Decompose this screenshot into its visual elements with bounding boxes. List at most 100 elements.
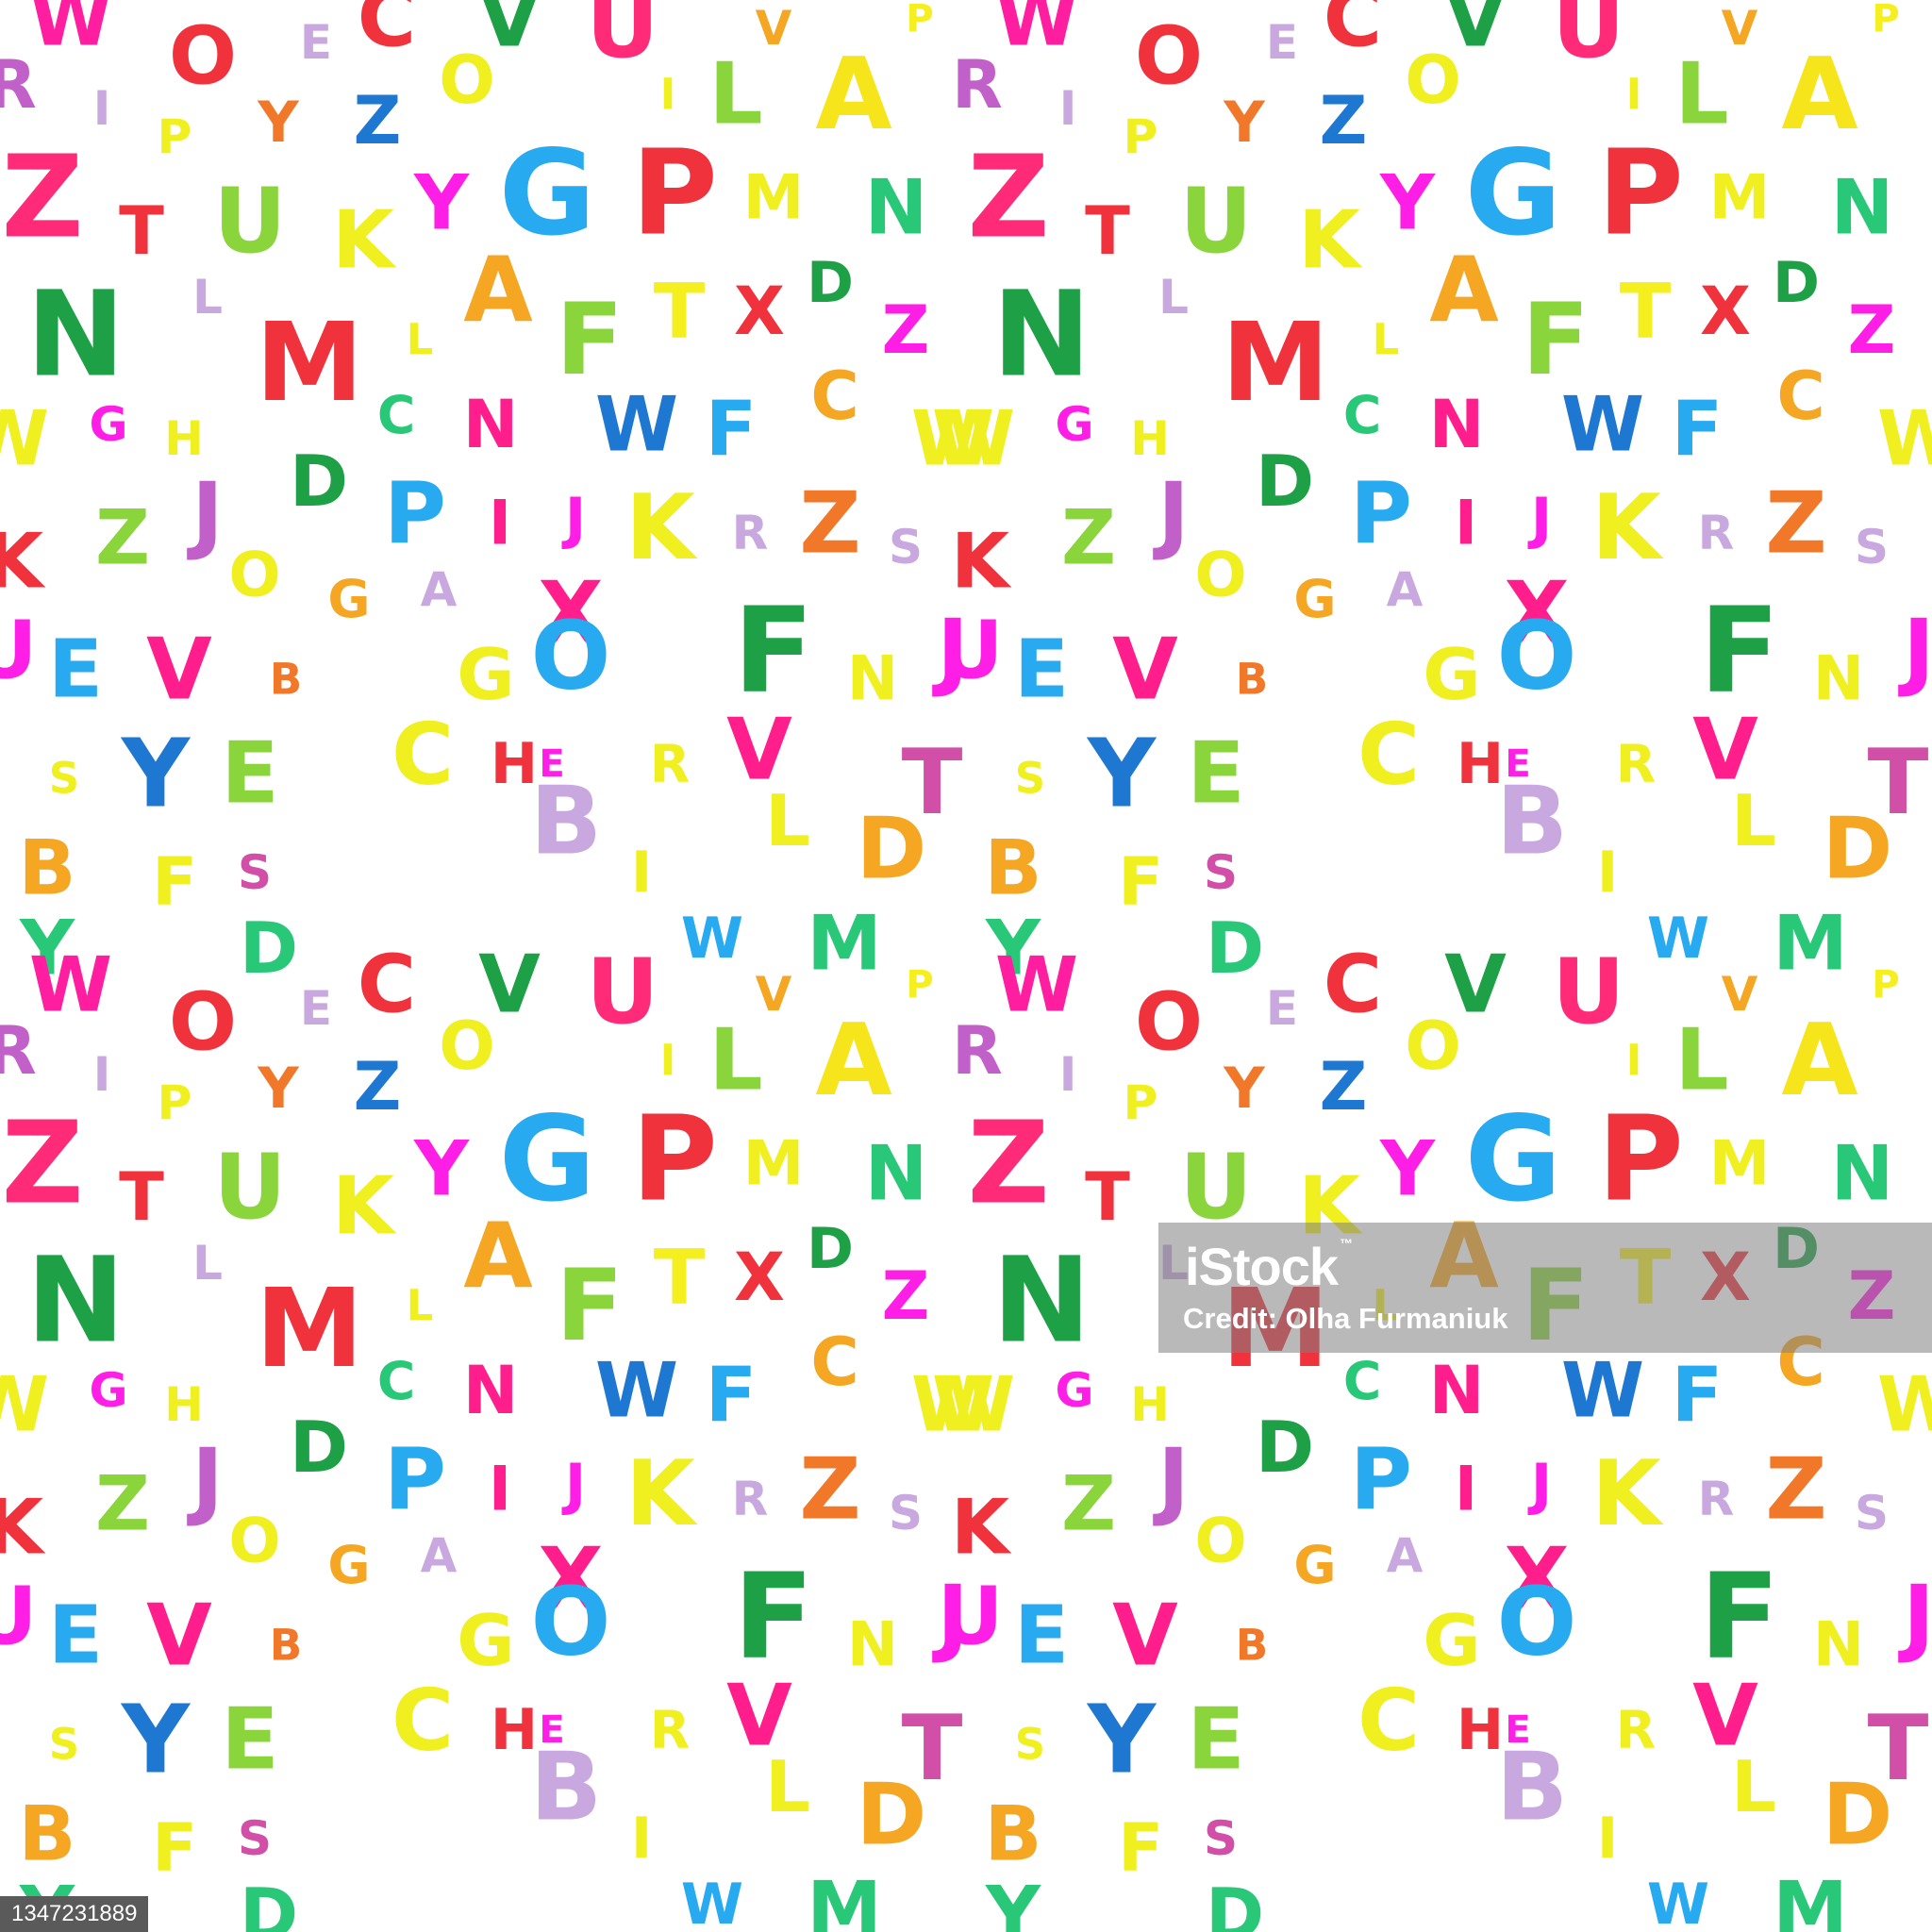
pattern-letter: A <box>421 1528 458 1583</box>
pattern-letter: P <box>631 1091 718 1228</box>
pattern-letter: P <box>1872 0 1899 41</box>
watermark-brand-text: iStock <box>1185 1237 1339 1296</box>
pattern-letter: W <box>1647 1872 1709 1932</box>
pattern-letter: A <box>815 37 891 152</box>
pattern-letter: K <box>625 1442 698 1546</box>
pattern-letter: R <box>1698 506 1735 560</box>
pattern-letter: J <box>1897 1568 1932 1667</box>
pattern-letter: Z <box>1 133 83 264</box>
pattern-letter: G <box>1293 1535 1336 1595</box>
pattern-letter: P <box>1597 1091 1684 1228</box>
pattern-letter: Z <box>882 291 930 369</box>
pattern-letter: N <box>26 1233 125 1370</box>
pattern-letter: G <box>327 569 370 629</box>
pattern-letter: O <box>1496 1567 1576 1677</box>
pattern-letter: A <box>1781 37 1857 152</box>
pattern-letter: D <box>1256 440 1314 523</box>
pattern-letter: W <box>995 941 1078 1029</box>
pattern-letter: R <box>1616 1700 1656 1760</box>
pattern-letter: J <box>1527 486 1552 552</box>
pattern-letter: E <box>300 15 332 70</box>
pattern-letter: O <box>439 1008 495 1085</box>
pattern-letter: B <box>270 1621 302 1671</box>
pattern-letter: E <box>539 742 564 786</box>
pattern-letter: R <box>0 1012 37 1090</box>
pattern-letter: K <box>0 518 46 606</box>
pattern-letter: C <box>358 939 416 1032</box>
pattern-letter: A <box>1387 562 1424 617</box>
pattern-letter: Z <box>1 1099 83 1230</box>
pattern-letter: S <box>889 520 923 575</box>
pattern-letter: W <box>681 906 743 972</box>
pattern-letter: U <box>213 1136 286 1240</box>
pattern-letter: U <box>1179 170 1252 274</box>
pattern-letter: U <box>586 0 658 78</box>
pattern-letter: D <box>290 440 348 523</box>
pattern-letter: P <box>158 1075 192 1130</box>
pattern-letter: N <box>865 164 928 252</box>
pattern-letter: O <box>530 1567 610 1677</box>
pattern-letter: J <box>186 465 224 564</box>
pattern-letter: T <box>654 268 706 356</box>
pattern-letter: T <box>119 1158 164 1236</box>
pattern-letter: P <box>1350 465 1412 564</box>
pattern-letter: Z <box>354 1048 402 1125</box>
pattern-letter: G <box>89 1363 127 1418</box>
pattern-letter: Y <box>1223 1056 1266 1122</box>
pattern-letter: I <box>93 1047 111 1102</box>
pattern-letter: L <box>1731 779 1776 862</box>
pattern-letter: L <box>192 270 223 325</box>
pattern-letter: E <box>1505 1708 1530 1752</box>
pattern-letter: J <box>1152 1431 1190 1530</box>
pattern-letter: J <box>1527 1452 1552 1518</box>
pattern-letter: C <box>1357 1672 1420 1771</box>
pattern-letter: E <box>221 1690 278 1790</box>
pattern-letter: I <box>93 81 111 136</box>
pattern-letter: Y <box>413 159 470 247</box>
pattern-letter: Y <box>985 1871 1041 1932</box>
pattern-letter: V <box>1112 621 1178 720</box>
pattern-letter: N <box>463 1352 519 1429</box>
pattern-letter: D <box>1256 1406 1314 1489</box>
pattern-letter: L <box>1373 315 1400 365</box>
pattern-letter: F <box>1118 1809 1163 1887</box>
pattern-letter: O <box>1405 42 1461 119</box>
pattern-letter: C <box>1343 385 1381 445</box>
pattern-letter: P <box>384 1431 446 1530</box>
pattern-letter: F <box>1699 583 1779 720</box>
watermark-brand: iStock ™ <box>1185 1236 1353 1297</box>
pattern-letter: Y <box>1379 159 1436 247</box>
pattern-letter: U <box>938 1571 1003 1664</box>
pattern-letter: Y <box>1223 90 1266 156</box>
pattern-letter: E <box>539 1708 564 1752</box>
pattern-letter: J <box>561 1452 586 1518</box>
pattern-letter: Y <box>1087 719 1158 829</box>
pattern-letter: F <box>733 583 813 720</box>
pattern-letter: E <box>221 724 278 824</box>
pattern-letter: E <box>1014 624 1069 717</box>
pattern-letter: E <box>1187 1690 1244 1790</box>
pattern-letter: G <box>1055 1363 1093 1418</box>
pattern-letter: K <box>332 1160 397 1254</box>
pattern-letter: D <box>857 1766 927 1865</box>
pattern-letter: I <box>489 1455 511 1525</box>
pattern-letter: A <box>815 1003 891 1118</box>
pattern-letter: D <box>857 800 927 899</box>
pattern-letter: V <box>146 621 212 720</box>
pattern-letter: L <box>765 1745 810 1828</box>
pattern-letter: L <box>407 1281 434 1331</box>
pattern-letter: J <box>1897 602 1932 701</box>
pattern-letter: N <box>1831 164 1894 252</box>
pattern-letter: G <box>1423 633 1481 716</box>
pattern-letter: K <box>625 476 698 580</box>
pattern-letter: U <box>213 170 286 274</box>
pattern-letter: D <box>1206 907 1264 990</box>
pattern-letter: S <box>1015 754 1045 804</box>
pattern-letter: T <box>119 192 164 270</box>
pattern-letter: W <box>29 941 112 1029</box>
pattern-letter: N <box>992 1233 1091 1370</box>
pattern-letter: Y <box>1379 1125 1436 1213</box>
pattern-letter: P <box>1350 1431 1412 1530</box>
pattern-letter: Z <box>1848 291 1896 369</box>
pattern-letter: G <box>1293 569 1336 629</box>
